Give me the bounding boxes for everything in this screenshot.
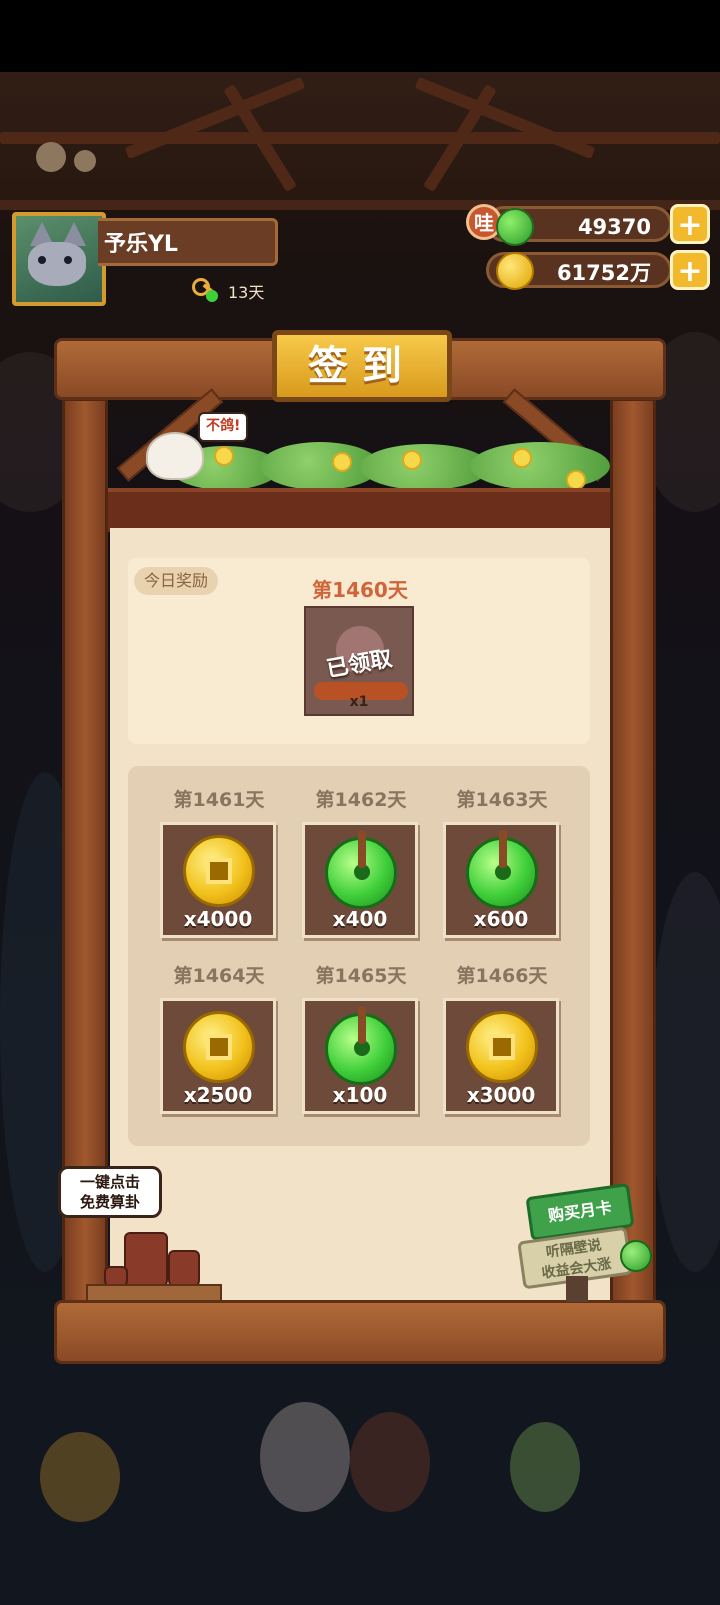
reward-qty: x100 <box>332 1083 388 1107</box>
add-coin-button[interactable]: + <box>670 250 710 290</box>
avatar-eye <box>64 256 72 264</box>
reward-day: 第1462天 <box>315 789 407 811</box>
player-avatar[interactable] <box>12 212 106 306</box>
status-bar <box>0 0 720 72</box>
reward-box: x4000 <box>160 822 276 938</box>
reward-cell[interactable]: 第1464天 x2500 <box>160 962 278 1114</box>
chick-speech-bubble: 不鸽! <box>198 412 249 442</box>
chick-character <box>146 432 204 480</box>
shelf <box>86 1284 222 1302</box>
coin-icon <box>466 1011 538 1083</box>
reward-cell[interactable]: 第1466天 x3000 <box>443 962 561 1114</box>
avatar-face <box>28 242 86 286</box>
reward-qty: x4000 <box>183 907 253 931</box>
reward-box: x600 <box>443 822 559 938</box>
player-name: 予乐YL <box>98 218 278 266</box>
fortune-jar[interactable] <box>124 1232 168 1290</box>
reward-day: 第1465天 <box>315 965 407 987</box>
reward-day: 第1461天 <box>173 789 265 811</box>
streak-days-label: 13天 <box>228 283 265 302</box>
board-bottom-beam <box>54 1300 666 1364</box>
streak-days: 13天 <box>192 278 264 304</box>
fortune-bubble-line2: 免费算卦 <box>79 1193 140 1211</box>
jade-icon <box>466 830 538 909</box>
reward-box: x3000 <box>443 998 559 1114</box>
board-post-right <box>610 398 656 1308</box>
coin-icon <box>183 835 255 907</box>
fortune-bubble-line1: 一键点击 <box>79 1173 140 1191</box>
avatar-eye <box>38 256 46 264</box>
board-plank <box>108 488 610 532</box>
key-icon <box>192 278 220 304</box>
reward-day: 第1464天 <box>173 965 265 987</box>
reward-qty: x2500 <box>183 1083 253 1107</box>
reward-cell[interactable]: 第1463天 x600 <box>443 786 561 938</box>
reward-box: x400 <box>302 822 418 938</box>
reward-qty: x600 <box>473 907 529 931</box>
reward-day: 第1466天 <box>456 965 548 987</box>
signin-title: 签到 <box>272 330 452 402</box>
reward-cell[interactable]: 第1462天 x400 <box>302 786 420 938</box>
reward-cell[interactable]: 第1465天 x100 <box>302 962 420 1114</box>
jade-icon <box>325 1006 397 1085</box>
reward-box: x100 <box>302 998 418 1114</box>
coin-icon <box>183 1011 255 1083</box>
reward-qty: x400 <box>332 907 388 931</box>
reward-box: x2500 <box>160 998 276 1114</box>
reward-qty: x3000 <box>466 1083 536 1107</box>
coin-icon <box>496 252 534 290</box>
jade-icon <box>496 208 534 246</box>
today-day: 第1460天 <box>312 578 408 602</box>
jade-icon <box>325 830 397 909</box>
reward-day: 第1463天 <box>456 789 548 811</box>
fortune-bubble[interactable]: 一键点击 免费算卦 <box>58 1166 162 1218</box>
jade-icon <box>620 1240 652 1272</box>
sign-post <box>566 1276 588 1302</box>
reward-cell[interactable]: 第1461天 x4000 <box>160 786 278 938</box>
today-reward-qty: x1 <box>349 694 369 710</box>
today-reward-label: 今日奖励 <box>134 567 219 595</box>
today-reward-box: 已领取 x1 <box>304 606 414 716</box>
add-jade-button[interactable]: + <box>670 204 710 244</box>
